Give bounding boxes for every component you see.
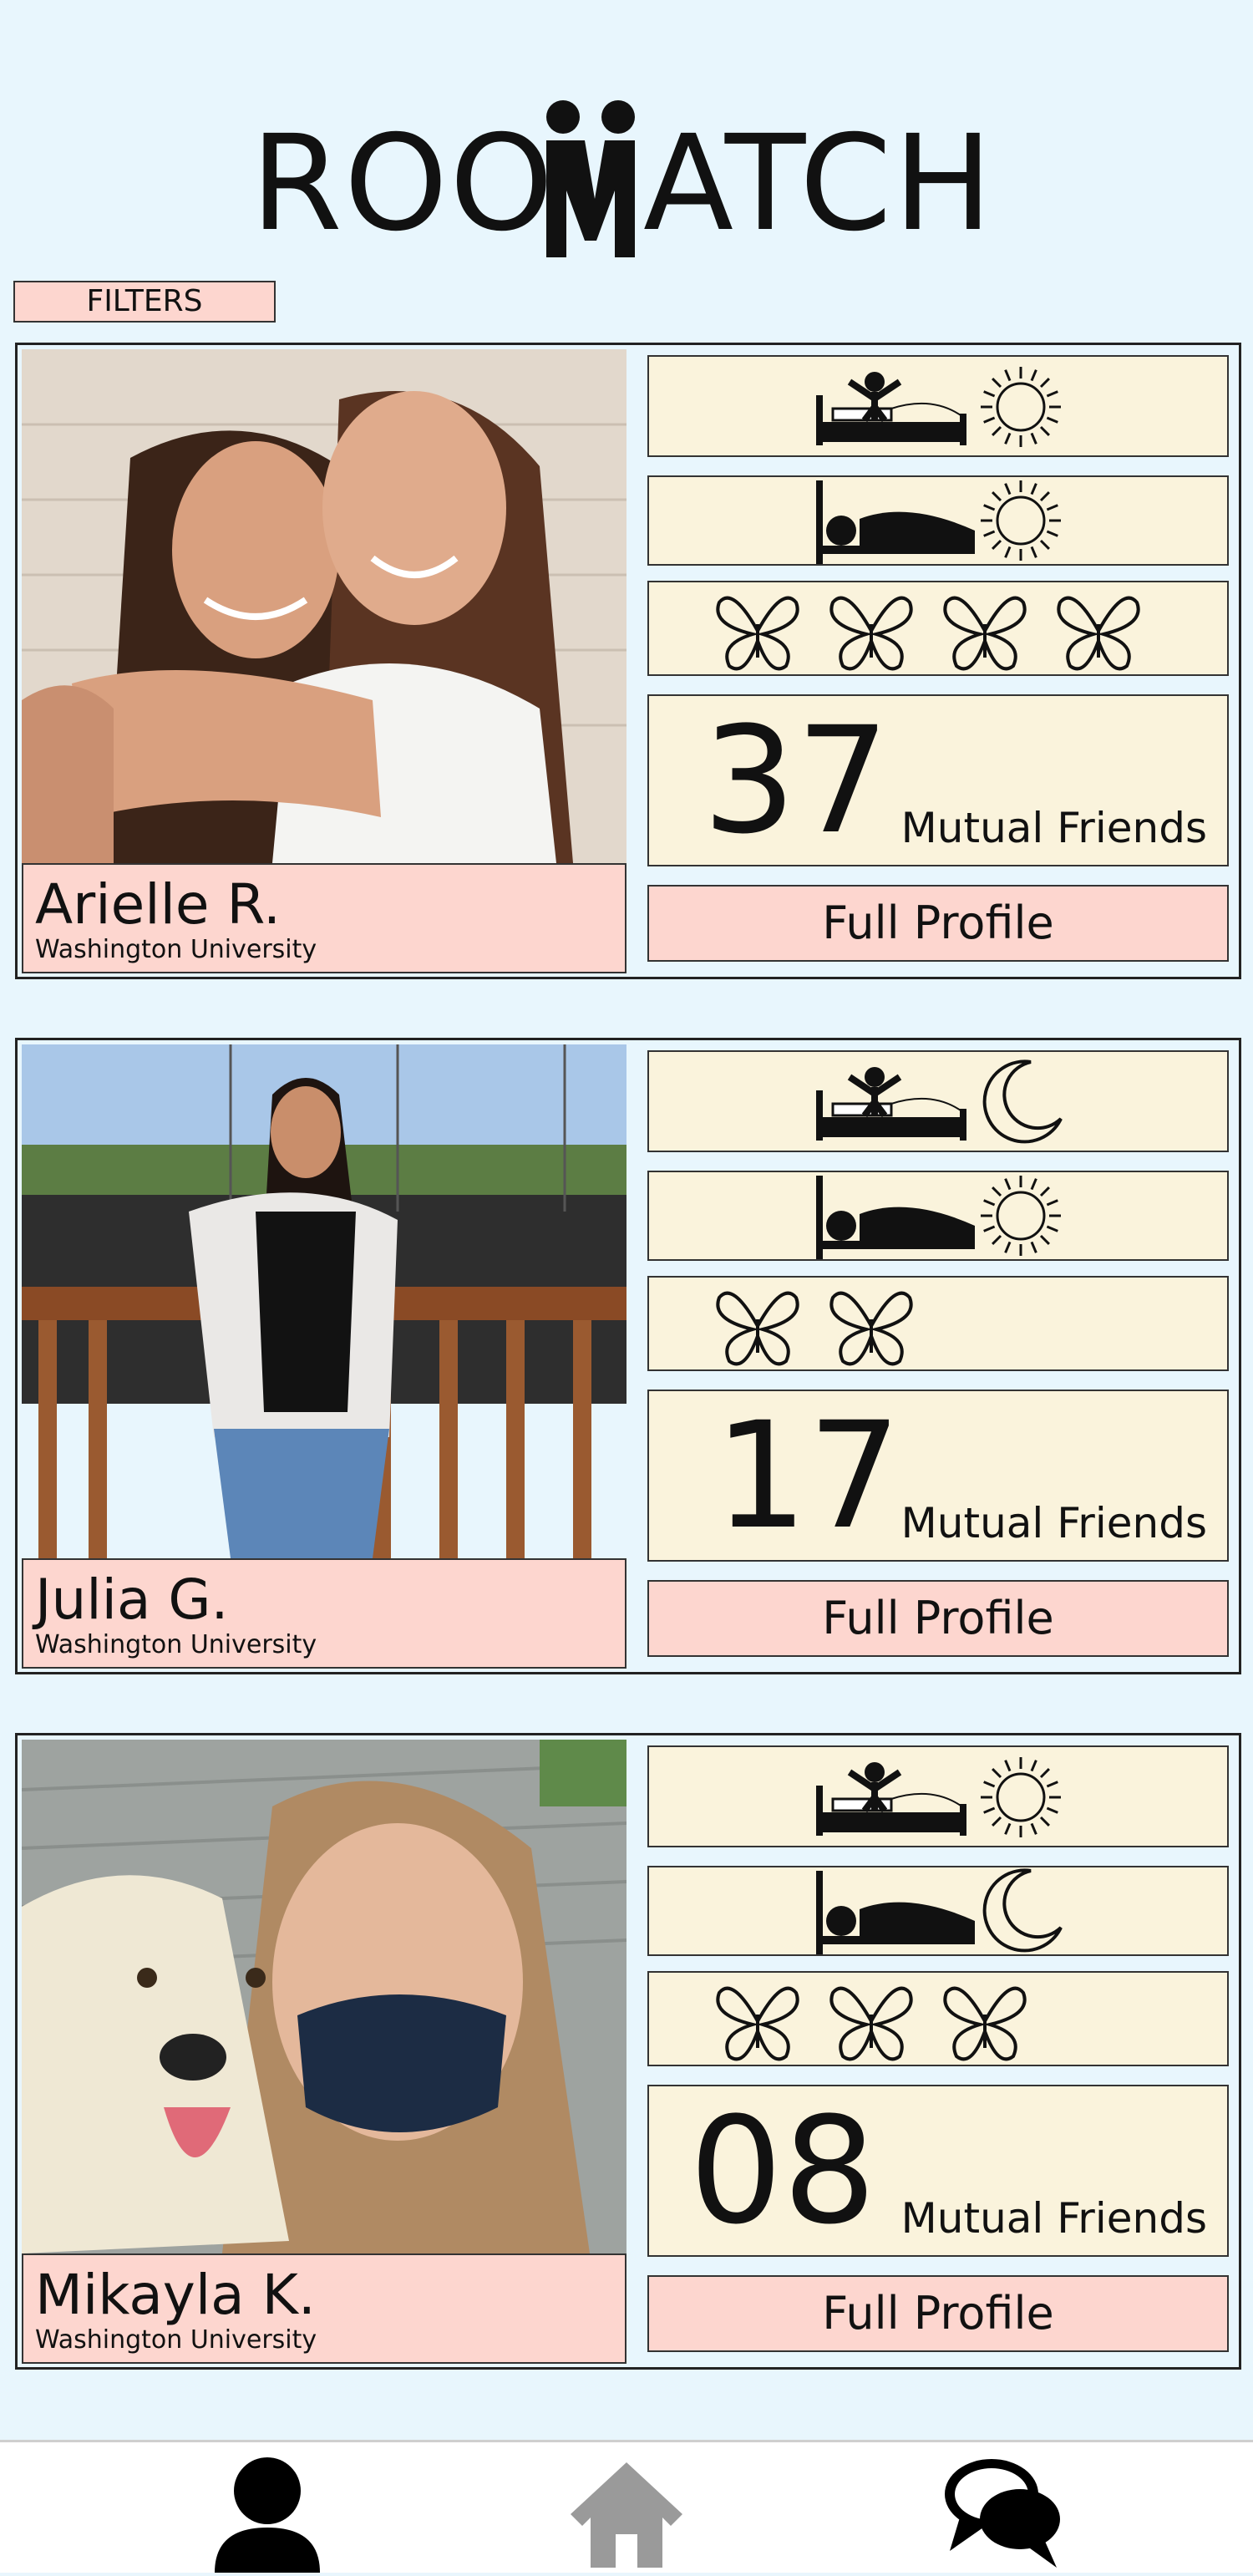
mutual-friends-count: 08: [689, 2086, 876, 2257]
profile-name: Mikayla K.: [35, 2263, 316, 2327]
home-icon: [571, 2462, 682, 2568]
filters-button[interactable]: FILTERS: [13, 281, 276, 323]
profile-photo: [22, 349, 626, 863]
profile-photo: [22, 1740, 626, 2253]
profile-name: Arielle R.: [35, 872, 281, 937]
profile-photo: [22, 1044, 626, 1558]
roommates-logo-icon: [546, 100, 635, 257]
sleeping-bed-icon: [816, 480, 975, 564]
moon-icon: [982, 1059, 1063, 1144]
butterfly-icon: [716, 596, 799, 671]
mutual-friends-count: 37: [703, 695, 890, 866]
sun-icon: [981, 367, 1061, 447]
profile-photo-frame[interactable]: [22, 1740, 626, 2253]
full-profile-button[interactable]: Full Profile: [647, 885, 1229, 962]
match-card: Julia G. Washington University 17 Mutual…: [15, 1038, 1241, 1674]
wake-time-panel: [647, 355, 1229, 457]
profile-school: Washington University: [35, 2325, 317, 2355]
sun-icon: [981, 367, 1061, 447]
moon-icon: [982, 1868, 1063, 1953]
moon-icon: [982, 1868, 1063, 1953]
sun-icon: [981, 1176, 1061, 1256]
logo-text-right: ATCH: [643, 107, 995, 261]
butterfly-icon: [943, 596, 1027, 671]
bed-time-panel: [647, 1866, 1229, 1956]
social-level-panel: [647, 1971, 1229, 2066]
butterfly-icon: [716, 1986, 799, 2061]
mutual-friends-label: Mutual Friends: [900, 2194, 1207, 2243]
person-icon: [215, 2457, 320, 2573]
mutual-friends-count: 17: [714, 1390, 901, 1562]
profile-school: Washington University: [35, 1630, 317, 1659]
wake-time-panel: [647, 1050, 1229, 1152]
bottom-nav: [0, 2440, 1253, 2573]
social-level-panel: [647, 581, 1229, 676]
sun-icon: [981, 1176, 1061, 1256]
chat-icon: [945, 2459, 1060, 2568]
butterfly-icon: [943, 1986, 1027, 2061]
logo-text-left: ROO: [251, 107, 555, 261]
profile-school: Washington University: [35, 935, 317, 964]
wake-time-panel: [647, 1745, 1229, 1847]
wake-up-bed-icon: [816, 1762, 966, 1836]
mutual-friends-panel: 17 Mutual Friends: [647, 1390, 1229, 1562]
wake-up-bed-icon: [816, 1067, 966, 1141]
match-card: Arielle R. Washington University 37 Mutu…: [15, 343, 1241, 979]
nav-chat-button[interactable]: [940, 2451, 1065, 2573]
sleeping-bed-icon: [816, 1176, 975, 1259]
mutual-friends-label: Mutual Friends: [900, 804, 1207, 852]
moon-icon: [982, 1059, 1063, 1144]
butterfly-icon: [829, 596, 913, 671]
mutual-friends-panel: 37 Mutual Friends: [647, 694, 1229, 866]
profile-name: Julia G.: [35, 1567, 229, 1632]
bed-time-panel: [647, 475, 1229, 566]
full-profile-button[interactable]: Full Profile: [647, 2275, 1229, 2352]
butterfly-icon: [829, 1291, 913, 1366]
wake-up-bed-icon: [816, 372, 966, 445]
social-level-panel: [647, 1276, 1229, 1371]
butterfly-icon: [1057, 596, 1140, 671]
sleeping-bed-icon: [816, 1871, 975, 1954]
mutual-friends-panel: 08 Mutual Friends: [647, 2085, 1229, 2257]
sun-icon: [981, 1757, 1061, 1837]
profile-photo-frame[interactable]: [22, 349, 626, 863]
sun-icon: [981, 480, 1061, 561]
roomatch-logo: ROO ATCH: [251, 92, 1002, 259]
match-card: Mikayla K. Washington University 08 Mutu…: [15, 1733, 1241, 2370]
profile-photo-frame[interactable]: [22, 1044, 626, 1558]
butterfly-icon: [716, 1291, 799, 1366]
name-box: Arielle R. Washington University: [22, 863, 626, 973]
full-profile-button[interactable]: Full Profile: [647, 1580, 1229, 1657]
name-box: Mikayla K. Washington University: [22, 2253, 626, 2364]
nav-profile-button[interactable]: [205, 2451, 330, 2573]
name-box: Julia G. Washington University: [22, 1558, 626, 1669]
sun-icon: [981, 1757, 1061, 1837]
sun-icon: [981, 480, 1061, 561]
butterfly-icon: [829, 1986, 913, 2061]
nav-home-button[interactable]: [564, 2451, 689, 2573]
mutual-friends-label: Mutual Friends: [900, 1499, 1207, 1547]
bed-time-panel: [647, 1171, 1229, 1261]
